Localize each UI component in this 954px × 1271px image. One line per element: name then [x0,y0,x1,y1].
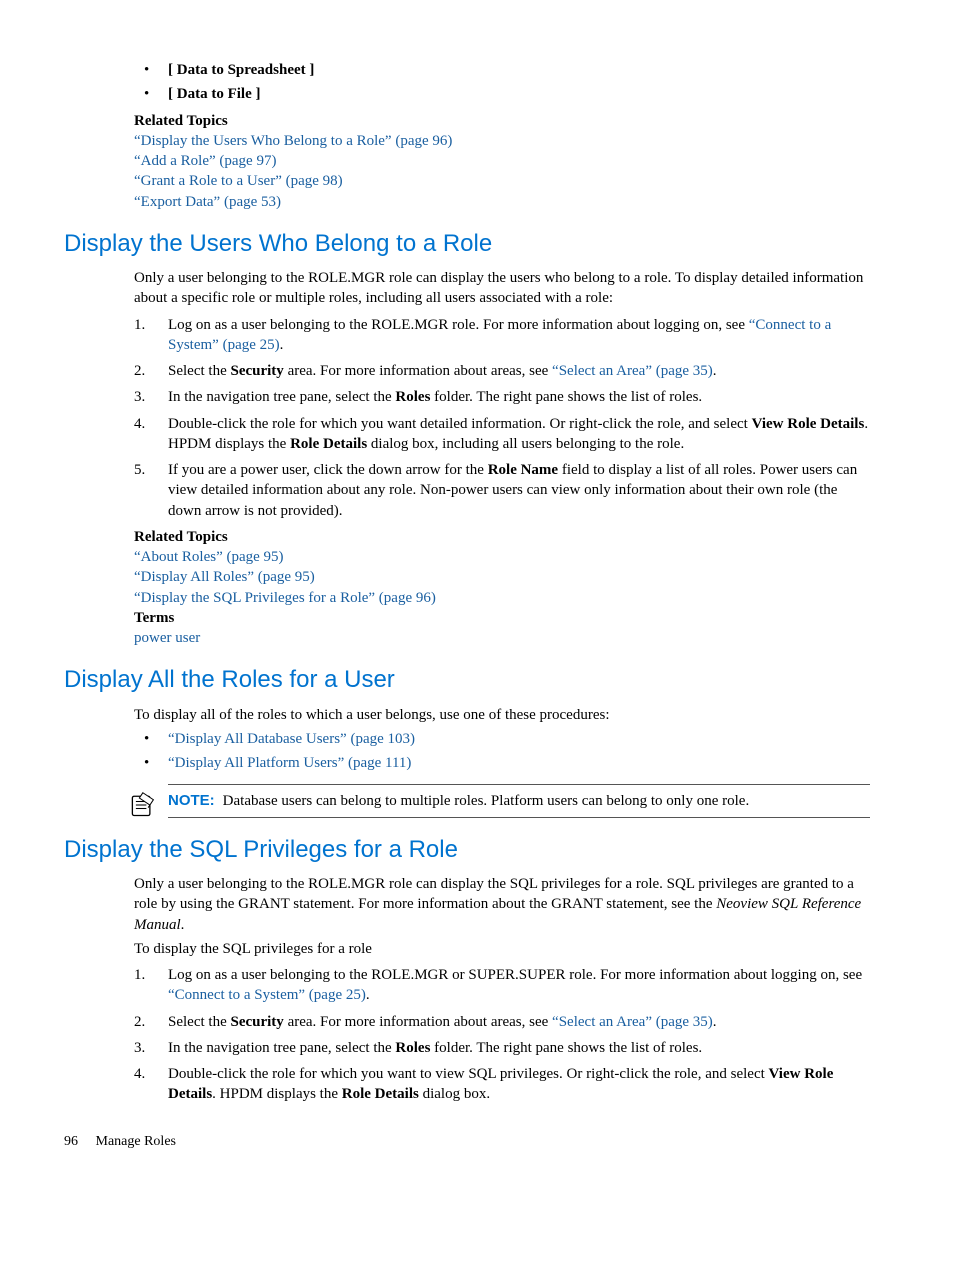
role-name-bold: Role Name [488,462,558,478]
steps-list: 1. Log on as a user belonging to the ROL… [134,965,870,1105]
list-item: “Display All Platform Users” (page 111) [134,753,870,773]
display-db-users-link[interactable]: “Display All Database Users” (page 103) [168,731,415,747]
step-number: 3. [134,1038,145,1058]
step-text: Double-click the role for which you want… [168,416,752,432]
step-text: Select the [168,1014,230,1030]
sec2-body: To display all of the roles to which a u… [134,705,870,818]
list-item: [ Data to Spreadsheet ] [134,60,870,80]
step-text: . [713,363,717,379]
step-item: 1. Log on as a user belonging to the ROL… [134,315,870,356]
step-item: 1. Log on as a user belonging to the ROL… [134,965,870,1006]
list-item: [ Data to File ] [134,84,870,104]
top-bullet-list: [ Data to Spreadsheet ] [ Data to File ] [134,60,870,105]
step-text: Select the [168,363,230,379]
related-link[interactable]: “Display the SQL Privileges for a Role” … [134,590,436,606]
select-area-link[interactable]: “Select an Area” (page 35) [552,1014,713,1030]
step-number: 2. [134,1012,145,1032]
step-number: 4. [134,1064,145,1084]
step-text: Double-click the role for which you want… [168,1066,769,1082]
step-text: folder. The right pane shows the list of… [430,1040,702,1056]
step-text: dialog box. [419,1086,490,1102]
intro-text: . [181,917,185,933]
related-link[interactable]: “Display the Users Who Belong to a Role”… [134,133,452,149]
step-text: In the navigation tree pane, select the [168,1040,395,1056]
sub-intro: To display the SQL privileges for a role [134,939,870,959]
step-number: 4. [134,414,145,434]
step-text: dialog box, including all users belongin… [367,436,684,452]
intro-paragraph: To display all of the roles to which a u… [134,705,870,725]
step-item: 5. If you are a power user, click the do… [134,460,870,521]
step-number: 5. [134,460,145,480]
procedure-bullets: “Display All Database Users” (page 103) … [134,729,870,774]
step-text: . [280,337,284,353]
page-footer: 96 Manage Roles [64,1133,890,1152]
related-link[interactable]: “Add a Role” (page 97) [134,153,276,169]
roles-bold: Roles [395,389,430,405]
step-number: 1. [134,965,145,985]
step-item: 4. Double-click the role for which you w… [134,414,870,455]
sec1-body: Only a user belonging to the ROLE.MGR ro… [134,268,870,648]
role-details-bold: Role Details [342,1086,419,1102]
role-details-bold: Role Details [290,436,367,452]
step-text: area. For more information about areas, … [284,1014,552,1030]
display-platform-users-link[interactable]: “Display All Platform Users” (page 111) [168,755,411,771]
step-item: 4. Double-click the role for which you w… [134,1064,870,1105]
step-text: If you are a power user, click the down … [168,462,488,478]
note-block: NOTE: Database users can belong to multip… [168,784,870,818]
step-number: 3. [134,387,145,407]
step-text: area. For more information about areas, … [284,363,552,379]
related-link[interactable]: “Grant a Role to a User” (page 98) [134,173,343,189]
step-text: Log on as a user belonging to the ROLE.M… [168,317,749,333]
intro-paragraph: Only a user belonging to the ROLE.MGR ro… [134,268,870,309]
related-link[interactable]: “Display All Roles” (page 95) [134,569,315,585]
view-role-details-bold: View Role Details [752,416,865,432]
bullet-text: [ Data to Spreadsheet ] [168,62,314,78]
step-number: 2. [134,361,145,381]
top-block: [ Data to Spreadsheet ] [ Data to File ]… [134,60,870,212]
related-topics-label: Related Topics [134,527,870,547]
step-text: Log on as a user belonging to the ROLE.M… [168,967,862,983]
step-item: 3. In the navigation tree pane, select t… [134,387,870,407]
section-heading-roles-user: Display All the Roles for a User [64,664,890,696]
step-item: 2. Select the Security area. For more in… [134,1012,870,1032]
step-text: folder. The right pane shows the list of… [430,389,702,405]
step-text: In the navigation tree pane, select the [168,389,395,405]
note-icon [128,791,156,819]
note-label: NOTE: [168,792,215,809]
step-item: 3. In the navigation tree pane, select t… [134,1038,870,1058]
connect-system-link[interactable]: “Connect to a System” (page 25) [168,987,366,1003]
section-heading-sql-priv: Display the SQL Privileges for a Role [64,834,890,866]
step-text: . [366,987,370,1003]
section-heading-users-role: Display the Users Who Belong to a Role [64,228,890,260]
footer-title: Manage Roles [96,1134,176,1149]
steps-list: 1. Log on as a user belonging to the ROL… [134,315,870,521]
note-text: Database users can belong to multiple ro… [223,793,750,809]
list-item: “Display All Database Users” (page 103) [134,729,870,749]
related-link[interactable]: “Export Data” (page 53) [134,194,281,210]
step-item: 2. Select the Security area. For more in… [134,361,870,381]
power-user-link[interactable]: power user [134,630,200,646]
step-text: . HPDM displays the [212,1086,342,1102]
intro-paragraph: Only a user belonging to the ROLE.MGR ro… [134,874,870,935]
page-number: 96 [64,1133,92,1152]
select-area-link[interactable]: “Select an Area” (page 35) [552,363,713,379]
bullet-text: [ Data to File ] [168,86,260,102]
security-bold: Security [230,1014,283,1030]
roles-bold: Roles [395,1040,430,1056]
sec3-body: Only a user belonging to the ROLE.MGR ro… [134,874,870,1105]
step-number: 1. [134,315,145,335]
security-bold: Security [230,363,283,379]
related-link[interactable]: “About Roles” (page 95) [134,549,284,565]
step-text: . [713,1014,717,1030]
terms-label: Terms [134,608,870,628]
related-topics-label: Related Topics [134,111,870,131]
